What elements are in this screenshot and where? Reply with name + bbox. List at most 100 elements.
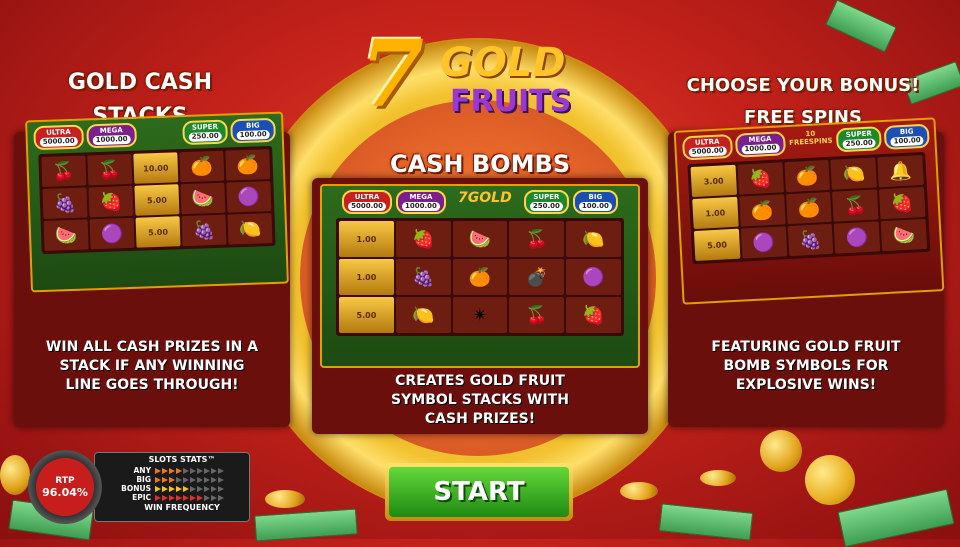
jackpot-big: BIG 100.00	[230, 117, 276, 144]
plum-icon: 🟣	[834, 221, 881, 254]
center-panel-title: CASH BOMBS	[389, 150, 571, 178]
orange-icon: 🍊	[225, 149, 271, 181]
stat-row: BONUS	[95, 484, 249, 493]
arrow-icon	[176, 485, 182, 492]
orange-icon: 🍊	[452, 259, 508, 295]
stat-row-label: BONUS	[121, 484, 151, 493]
arrow-icon	[197, 467, 203, 474]
gold-stack-cell: 5.00	[693, 228, 741, 262]
jackpot-super: SUPER 250.00	[835, 126, 883, 153]
jackpot-mega: MEGA 1000.00	[395, 190, 446, 214]
gold-stack-cell: 1.00	[692, 196, 739, 230]
stat-row: ANY	[95, 466, 249, 475]
arrow-icon	[204, 494, 210, 501]
arrow-icon	[169, 476, 175, 483]
watermelon-icon: 🍉	[880, 218, 928, 252]
arrow-icon	[183, 467, 189, 474]
right-game-screenshot: ULTRA 5000.00 MEGA 1000.00 10 FREESPINS SUP…	[673, 117, 945, 305]
arrow-icon	[211, 476, 217, 483]
arrow-icon	[218, 494, 224, 501]
plum-icon: 🟣	[226, 181, 272, 213]
jackpot-mega: MEGA 1000.00	[734, 131, 786, 158]
rtp-value: 96.04%	[42, 485, 88, 499]
right-desc-line1: FEATURING GOLD FRUIT	[711, 339, 901, 355]
gold-stack-cell: 3.00	[690, 164, 737, 198]
lemon-icon: 🍋	[227, 213, 273, 245]
game-logo: 7 GOLD FRUITS	[360, 20, 600, 128]
logo-seven: 7	[360, 20, 425, 128]
cherry-icon: 🍒	[509, 297, 565, 333]
jackpot-mega: MEGA 1000.00	[86, 122, 137, 149]
arrow-icon	[176, 494, 182, 501]
arrow-icon	[162, 467, 168, 474]
stat-level-arrows	[155, 467, 224, 474]
right-reel-grid: 3.00 🍓 🍊 🍋 🔔 1.00 🍊 🍊 🍒 🍓 5.00 🟣 🍇 🟣 🍉	[687, 151, 931, 265]
right-desc-line3: EXPLOSIVE WINS!	[735, 377, 877, 393]
stat-row-label: ANY	[133, 466, 151, 475]
grape-icon: 🍇	[787, 223, 834, 257]
money-bill-decoration	[254, 508, 358, 542]
center-feature-panel: ULTRA 5000.00 MEGA 1000.00 7GOLD SUPER 250.…	[312, 178, 648, 434]
left-reel-grid: 🍒 🍒 10.00 🍊 🍊 🍇 🍓 5.00 🍉 🟣 🍉 🟣 5.00 🍇 🍋	[38, 145, 276, 255]
left-title-line1: GOLD CASH	[67, 70, 213, 95]
center-panel-description: CREATES GOLD FRUIT SYMBOL STACKS WITH CA…	[312, 372, 648, 429]
free-spins-counter: 10 FREESPINS	[788, 129, 833, 147]
arrow-icon	[176, 476, 182, 483]
right-panel-description: FEATURING GOLD FRUIT BOMB SYMBOLS FOR EX…	[668, 338, 944, 395]
gold-stack-cell: 1.00	[339, 259, 394, 295]
arrow-icon	[197, 485, 203, 492]
center-desc-line3: CASH PRIZES!	[424, 411, 536, 427]
strawberry-icon: 🍓	[566, 297, 621, 333]
left-desc-line1: WIN ALL CASH PRIZES IN A	[45, 339, 259, 355]
start-button-label: START	[389, 467, 569, 517]
center-jackpot-row: ULTRA 5000.00 MEGA 1000.00 7GOLD SUPER 250.…	[322, 186, 638, 218]
stat-row-label: EPIC	[132, 493, 151, 502]
arrow-icon	[162, 485, 168, 492]
arrow-icon	[190, 467, 196, 474]
arrow-icon	[169, 467, 175, 474]
gold-coin-decoration	[620, 482, 658, 500]
arrow-icon	[183, 485, 189, 492]
arrow-icon	[162, 476, 168, 483]
arrow-icon	[162, 494, 168, 501]
bell-icon: 🔔	[877, 154, 924, 188]
arrow-icon	[155, 485, 161, 492]
arrow-icon	[183, 494, 189, 501]
arrow-icon	[197, 476, 203, 483]
start-button[interactable]: START	[385, 463, 573, 521]
orange-icon: 🍊	[738, 194, 786, 227]
arrow-icon	[218, 485, 224, 492]
arrow-icon	[204, 476, 210, 483]
explosion-icon: ✴	[452, 297, 508, 333]
gold-coin-decoration	[760, 430, 802, 472]
grape-icon: 🍇	[181, 214, 227, 247]
stats-panel: SLOTS STATS™ ANY BIG BONUS EPIC WIN FREQUEN…	[94, 452, 250, 522]
center-desc-line1: CREATES GOLD FRUIT	[395, 373, 565, 389]
rtp-badge: RTP 96.04%	[28, 450, 102, 524]
jackpot-big: BIG 100.00	[572, 190, 618, 214]
money-bill-decoration	[837, 488, 955, 547]
orange-icon: 🍊	[179, 150, 225, 183]
gold-stack-cell: 5.00	[339, 297, 394, 333]
gold-coin-decoration	[265, 490, 305, 508]
money-bill-decoration	[825, 0, 897, 53]
plum-icon: 🟣	[566, 259, 621, 295]
arrow-icon	[155, 476, 161, 483]
arrow-icon	[155, 467, 161, 474]
arrow-icon	[218, 467, 224, 474]
grape-icon: 🍇	[42, 187, 88, 219]
slots-stats-widget: SLOTS STATS™ ANY BIG BONUS EPIC WIN FREQUEN…	[28, 450, 250, 525]
arrow-icon	[169, 494, 175, 501]
arrow-icon	[190, 485, 196, 492]
jackpot-super: SUPER 250.00	[182, 119, 228, 146]
strawberry-icon: 🍓	[737, 162, 784, 195]
watermelon-icon: 🍉	[43, 219, 89, 251]
money-bill-decoration	[658, 503, 754, 541]
arrow-icon	[218, 476, 224, 483]
strawberry-icon: 🍓	[88, 185, 134, 218]
stat-level-arrows	[155, 485, 224, 492]
jackpot-big: BIG 100.00	[883, 123, 931, 150]
logo-fruits: FRUITS	[450, 84, 572, 119]
gold-stack-cell: 5.00	[134, 184, 180, 216]
jackpot-super: SUPER 250.00	[523, 190, 569, 214]
